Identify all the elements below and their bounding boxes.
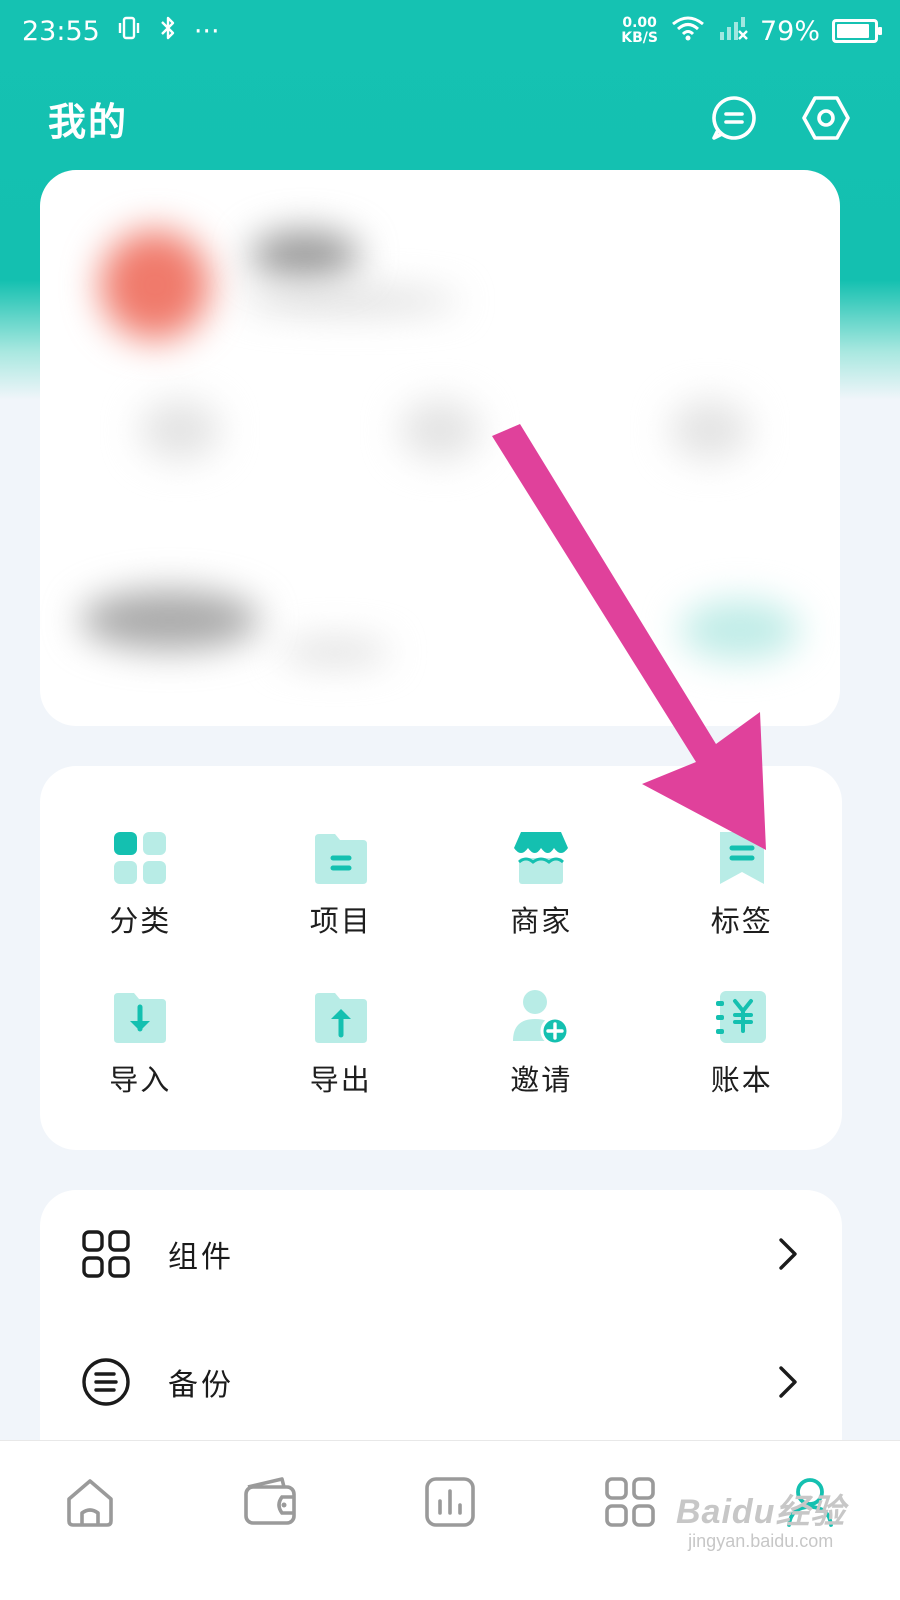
grid-item-ledger[interactable]: 账本 xyxy=(642,963,843,1122)
grid-label: 导入 xyxy=(109,1062,172,1097)
feature-grid: 分类 项目 商家 标签 导入 导出 邀请 账本 xyxy=(40,766,842,1150)
nav-statistics[interactable] xyxy=(390,1475,510,1529)
nav-apps[interactable] xyxy=(570,1475,690,1529)
grid-item-tag[interactable]: 标签 xyxy=(642,804,843,963)
grid-label: 导出 xyxy=(309,1062,372,1097)
battery-percent: 79% xyxy=(759,15,820,47)
grid-item-merchant[interactable]: 商家 xyxy=(441,804,642,963)
chart-icon xyxy=(425,1477,475,1527)
battery-icon xyxy=(832,19,882,43)
grid-item-invite[interactable]: 邀请 xyxy=(441,963,642,1122)
wifi-icon xyxy=(670,14,706,49)
grid-item-export[interactable]: 导出 xyxy=(241,963,442,1122)
stat-3-blurred xyxy=(670,400,750,460)
vip-button-blurred[interactable] xyxy=(680,600,800,660)
user-name-blurred xyxy=(250,230,360,280)
backup-icon xyxy=(82,1358,130,1406)
chevron-right-icon xyxy=(779,1238,797,1270)
settings-hexagon-icon xyxy=(802,96,850,140)
grid-label: 账本 xyxy=(710,1062,773,1097)
list-item-backup[interactable]: 备份 xyxy=(40,1318,842,1446)
user-subtitle-blurred xyxy=(240,290,460,312)
wallet-icon xyxy=(244,1477,296,1525)
settings-button[interactable] xyxy=(800,92,852,144)
watermark-brand: Baidu经验 xyxy=(676,1493,846,1531)
grid-item-project[interactable]: 项目 xyxy=(241,804,442,963)
nav-wallet[interactable] xyxy=(210,1475,330,1529)
apps-grid-icon xyxy=(605,1477,655,1527)
signal-icon xyxy=(718,14,748,49)
watermark-url: jingyan.baidu.com xyxy=(688,1531,834,1551)
grid-item-category[interactable]: 分类 xyxy=(40,804,241,963)
vip-banner-subtitle-blurred xyxy=(280,640,390,664)
invite-user-icon xyxy=(513,989,570,1045)
home-icon xyxy=(67,1479,113,1527)
message-icon xyxy=(712,96,756,140)
grid-label: 标签 xyxy=(710,903,773,938)
ledger-book-icon xyxy=(715,990,766,1043)
page-title: 我的 xyxy=(48,99,129,144)
import-folder-icon xyxy=(114,992,167,1043)
stat-1-blurred xyxy=(140,400,220,460)
stat-2-blurred xyxy=(400,400,480,460)
grid-label: 项目 xyxy=(309,903,372,938)
chevron-right-icon xyxy=(779,1366,797,1398)
message-button[interactable] xyxy=(708,92,760,144)
merchant-store-icon xyxy=(514,831,569,884)
tag-bookmark-icon xyxy=(719,831,764,884)
network-speed: 0.00 KB/S xyxy=(621,16,658,46)
status-more: ··· xyxy=(193,15,220,47)
title-bar: 我的 xyxy=(0,78,900,158)
status-time: 23:55 xyxy=(22,15,100,47)
nav-home[interactable] xyxy=(30,1475,150,1529)
project-folder-icon xyxy=(314,833,367,884)
list-item-label: 备份 xyxy=(168,1368,234,1403)
list-item-widget[interactable]: 组件 xyxy=(40,1190,842,1318)
network-speed-unit: KB/S xyxy=(621,30,658,46)
grid-label: 分类 xyxy=(109,903,172,938)
grid-label: 商家 xyxy=(510,903,573,938)
widget-grid-icon xyxy=(82,1230,130,1278)
profile-card[interactable] xyxy=(40,170,840,726)
bluetooth-icon xyxy=(158,15,178,48)
avatar[interactable] xyxy=(100,230,210,340)
status-bar: 23:55 ··· 0.00 KB/S 79% xyxy=(0,0,900,62)
vip-banner-blurred xyxy=(80,590,260,650)
network-speed-value: 0.00 xyxy=(622,15,657,31)
category-icon xyxy=(114,831,167,884)
grid-item-import[interactable]: 导入 xyxy=(40,963,241,1122)
grid-label: 邀请 xyxy=(510,1062,573,1097)
list-item-label: 组件 xyxy=(168,1240,234,1275)
vibrate-icon xyxy=(116,15,142,48)
export-folder-icon xyxy=(314,992,367,1043)
watermark: Baidu经验 jingyan.baidu.com xyxy=(676,1484,845,1552)
